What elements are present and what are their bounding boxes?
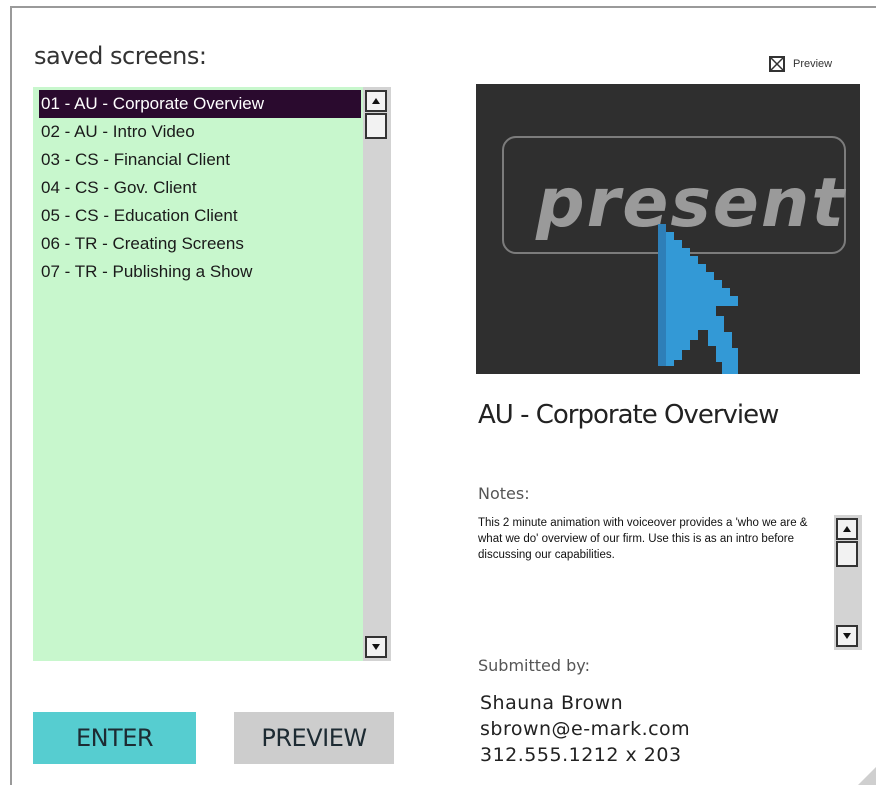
screen-title: AU - Corporate Overview xyxy=(478,400,779,430)
saved-screens-title: saved screens: xyxy=(34,42,207,70)
list-item[interactable]: 04 - CS - Gov. Client xyxy=(39,174,361,202)
notes-scroll-down-button[interactable] xyxy=(836,625,858,647)
triangle-down-icon xyxy=(372,644,380,650)
pixel-arrow-cursor-icon xyxy=(658,224,738,374)
submitter-info: Shauna Brown sbrown@e-mark.com 312.555.1… xyxy=(480,690,690,768)
list-items: 01 - AU - Corporate Overview 02 - AU - In… xyxy=(39,90,361,286)
submitter-phone: 312.555.1212 x 203 xyxy=(480,744,682,766)
resize-corner[interactable] xyxy=(858,767,876,785)
submitter-name: Shauna Brown xyxy=(480,692,624,714)
notes-scroll-up-button[interactable] xyxy=(836,518,858,540)
list-scrollbar[interactable] xyxy=(363,87,391,661)
scroll-up-button[interactable] xyxy=(365,90,387,112)
list-item[interactable]: 05 - CS - Education Client xyxy=(39,202,361,230)
list-item[interactable]: 03 - CS - Financial Client xyxy=(39,146,361,174)
preview-checkbox[interactable] xyxy=(769,56,785,72)
list-item[interactable]: 06 - TR - Creating Screens xyxy=(39,230,361,258)
submitted-by-label: Submitted by: xyxy=(478,656,590,675)
notes-scrollbar[interactable] xyxy=(834,515,862,650)
list-item[interactable]: 01 - AU - Corporate Overview xyxy=(39,90,361,118)
enter-button[interactable]: ENTER xyxy=(33,712,196,764)
triangle-up-icon xyxy=(372,98,380,104)
triangle-down-icon xyxy=(843,633,851,639)
scroll-down-button[interactable] xyxy=(365,636,387,658)
notes-label: Notes: xyxy=(478,484,530,503)
list-item[interactable]: 02 - AU - Intro Video xyxy=(39,118,361,146)
list-item[interactable]: 07 - TR - Publishing a Show xyxy=(39,258,361,286)
scroll-thumb[interactable] xyxy=(365,113,387,139)
notes-scroll-thumb[interactable] xyxy=(836,541,858,567)
notes-text: This 2 minute animation with voiceover p… xyxy=(478,517,808,561)
saved-screens-list[interactable]: 01 - AU - Corporate Overview 02 - AU - In… xyxy=(33,87,391,661)
preview-image: present xyxy=(476,84,860,374)
submitter-email[interactable]: sbrown@e-mark.com xyxy=(480,716,690,742)
preview-button[interactable]: PREVIEW xyxy=(234,712,394,764)
preview-checkbox-label: Preview xyxy=(793,58,833,70)
triangle-up-icon xyxy=(843,526,851,532)
notes-box[interactable]: This 2 minute animation with voiceover p… xyxy=(476,515,862,650)
checkbox-x-icon xyxy=(771,58,783,70)
preview-toggle[interactable]: Preview xyxy=(769,56,832,72)
